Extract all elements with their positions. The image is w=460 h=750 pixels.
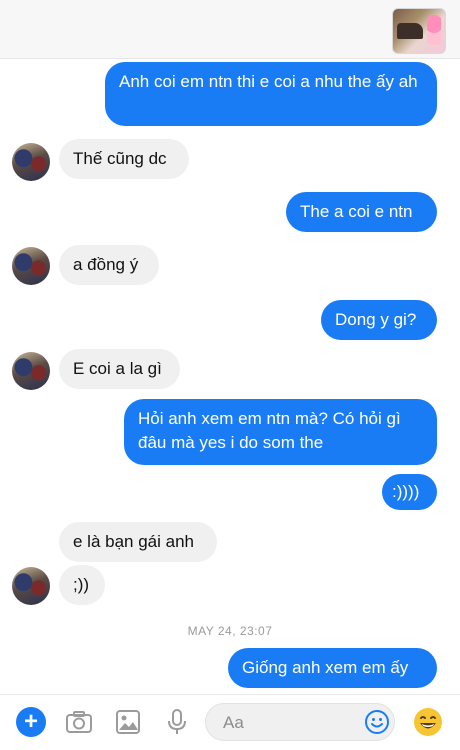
emoji-icon[interactable]: [364, 709, 390, 735]
photo-icon[interactable]: [113, 707, 143, 737]
like-emoji-icon[interactable]: [412, 706, 444, 738]
thumbnail-flower-shape: [427, 15, 441, 45]
message-bubble-incoming[interactable]: Thế cũng dc: [59, 139, 189, 179]
message-bubble-outgoing[interactable]: :)))): [382, 474, 437, 510]
message-bubble-incoming[interactable]: E coi a la gì: [59, 349, 180, 389]
conversation-header: [0, 0, 460, 59]
contact-avatar[interactable]: [12, 352, 50, 390]
message-input-placeholder: Aa: [223, 713, 244, 732]
message-input[interactable]: Aa: [205, 703, 395, 741]
microphone-icon[interactable]: [162, 707, 192, 737]
message-bubble-outgoing[interactable]: Hỏi anh xem em ntn mà? Có hỏi gì đâu mà …: [124, 399, 437, 465]
message-bubble-outgoing[interactable]: Anh coi em ntn thi e coi a nhu the ấy ah: [105, 62, 437, 126]
contact-avatar[interactable]: [12, 567, 50, 605]
camera-icon[interactable]: [64, 707, 94, 737]
plus-icon[interactable]: +: [16, 707, 46, 737]
message-bubble-incoming[interactable]: a đồng ý: [59, 245, 159, 285]
message-timestamp: MAY 24, 23:07: [187, 624, 273, 638]
thumbnail-car-shape: [397, 23, 423, 39]
contact-avatar[interactable]: [12, 247, 50, 285]
message-bubble-outgoing[interactable]: Dong y gi?: [321, 300, 437, 340]
message-bubble-incoming[interactable]: e là bạn gái anh: [59, 522, 217, 562]
shared-photo-thumbnail[interactable]: [392, 8, 446, 54]
message-bubble-outgoing[interactable]: The a coi e ntn: [286, 192, 437, 232]
message-bubble-outgoing[interactable]: Giống anh xem em ấy: [228, 648, 437, 688]
composer-toolbar: + Aa: [0, 694, 460, 750]
message-bubble-incoming[interactable]: ;)): [59, 565, 105, 605]
contact-avatar[interactable]: [12, 143, 50, 181]
